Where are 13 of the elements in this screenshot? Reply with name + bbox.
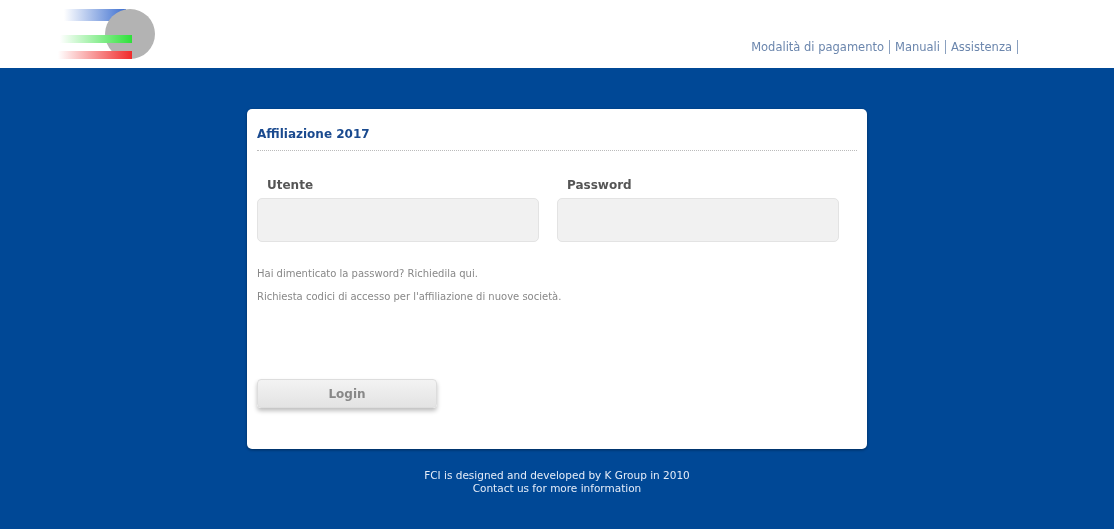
contact-link[interactable]: Contact us for more information <box>424 482 690 495</box>
username-field[interactable] <box>257 198 539 242</box>
field-label: Utente <box>266 178 315 192</box>
login-button[interactable]: Login <box>257 379 437 408</box>
field-label: Password <box>566 178 633 192</box>
nav-link[interactable]: Modalità di pagamento <box>746 40 890 54</box>
nav-link[interactable]: Manuali <box>890 40 946 54</box>
nav-link[interactable]: Assistenza <box>946 40 1018 54</box>
password-field[interactable] <box>557 198 839 242</box>
footer-text: FCI is designed and developed by K Group in 2010 <box>424 469 690 482</box>
form-title: Affiliazione 2017 <box>257 127 857 151</box>
text-link[interactable]: Hai dimenticato la password? Richiedila qui. <box>257 268 857 279</box>
text-link[interactable]: Richiesta codici di accesso per l'affiliazione di nuove società. <box>257 291 857 302</box>
